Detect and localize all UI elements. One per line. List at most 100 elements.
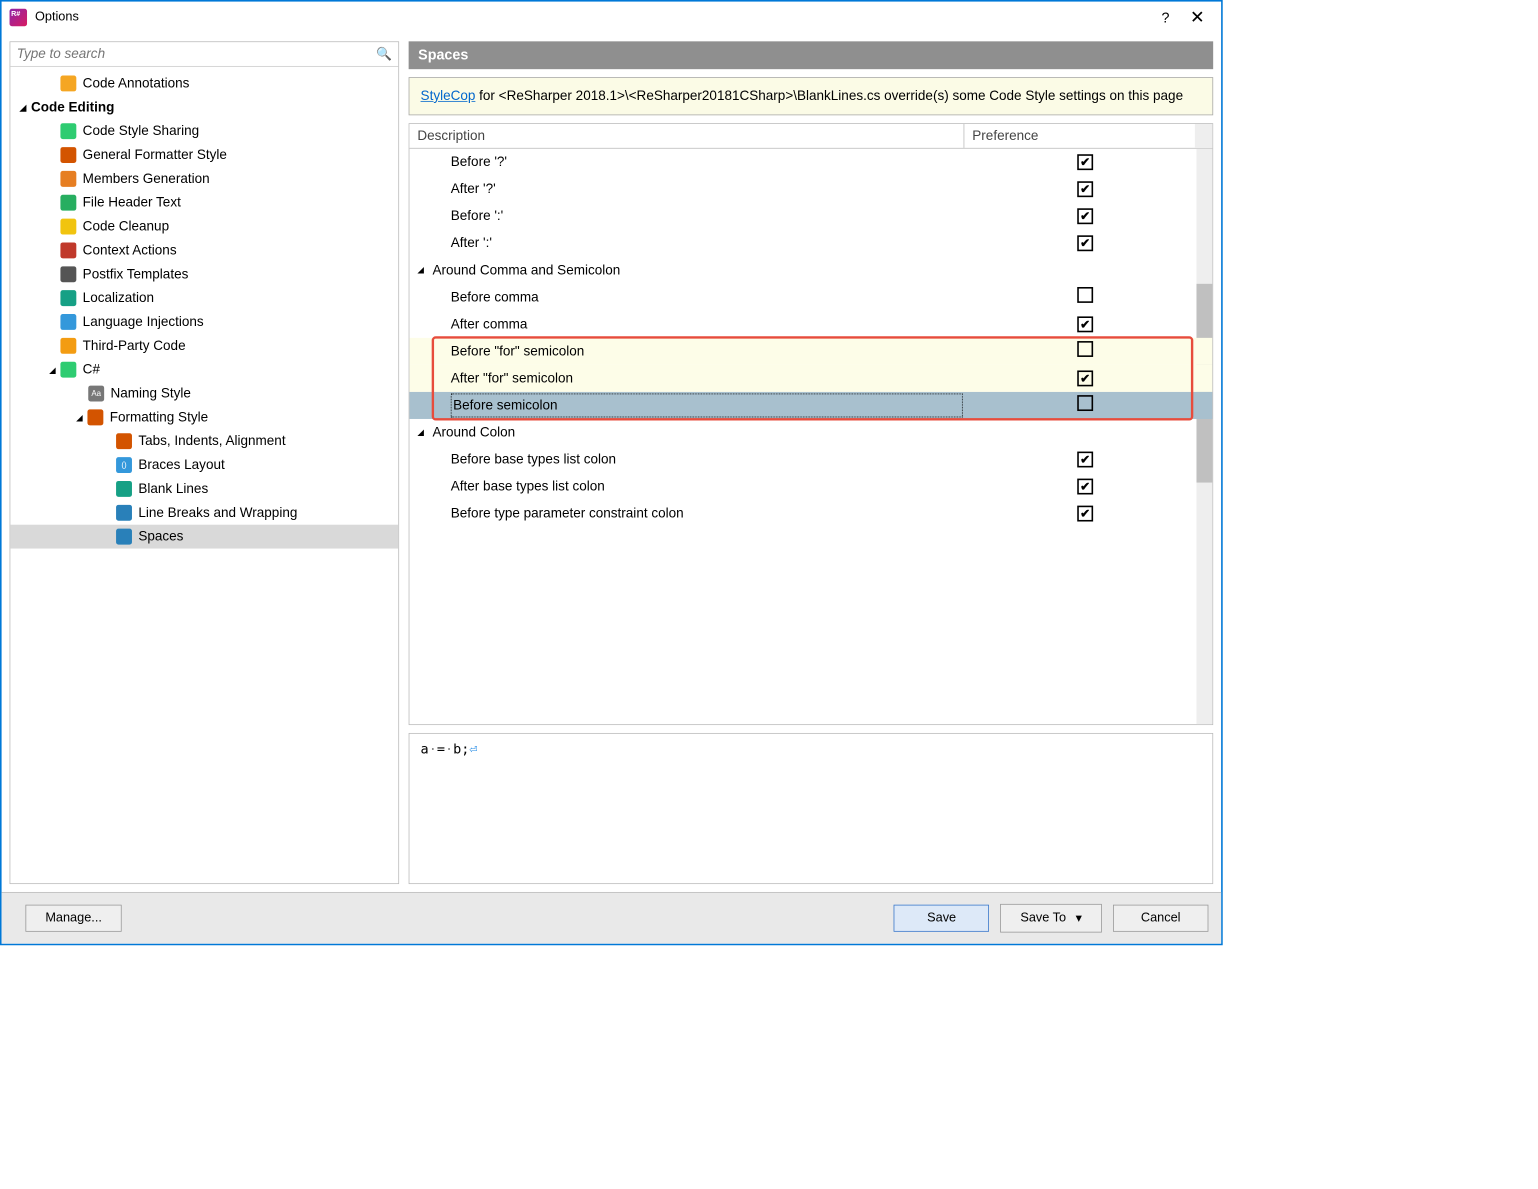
- setting-row[interactable]: After "for" semicolon✔: [409, 365, 1212, 392]
- row-label: Around Comma and Semicolon: [432, 259, 1196, 281]
- row-checkbox[interactable]: ✔: [966, 235, 1197, 251]
- right-panel: Spaces StyleCop for <ReSharper 2018.1>\<…: [409, 41, 1214, 884]
- setting-row[interactable]: After base types list colon✔: [409, 473, 1212, 500]
- setting-row[interactable]: After '?'✔: [409, 175, 1212, 202]
- sidebar-item[interactable]: ◢ C#: [10, 358, 398, 382]
- sidebar: 🔍 Code Annotations ◢Code EditingCode Styl…: [10, 41, 400, 884]
- nav-item-icon: [116, 505, 132, 521]
- info-banner: StyleCop for <ReSharper 2018.1>\<ReSharp…: [409, 77, 1214, 115]
- col-description[interactable]: Description: [409, 124, 964, 148]
- sidebar-item-label: Blank Lines: [138, 481, 208, 497]
- sidebar-item[interactable]: Third-Party Code: [10, 334, 398, 358]
- save-to-button[interactable]: Save To ▾: [1000, 904, 1101, 933]
- nav-item-icon: [60, 123, 76, 139]
- row-checkbox[interactable]: ✔: [966, 181, 1197, 197]
- search-icon[interactable]: 🔍: [376, 46, 392, 62]
- setting-row[interactable]: Before "for" semicolon: [409, 337, 1212, 364]
- help-icon[interactable]: ?: [1150, 9, 1182, 26]
- grid-header: Description Preference: [409, 124, 1212, 149]
- options-window: Options ? ✕ 🔍 Code Annotations ◢Code Edit…: [0, 0, 1223, 945]
- row-checkbox[interactable]: ✔: [966, 451, 1197, 467]
- nav-item-icon: [60, 362, 76, 378]
- row-checkbox[interactable]: [966, 287, 1197, 307]
- nav-item-icon: [60, 242, 76, 258]
- save-button[interactable]: Save: [894, 905, 989, 932]
- expander-icon[interactable]: ◢: [417, 427, 428, 437]
- setting-row[interactable]: Before comma: [409, 283, 1212, 310]
- row-checkbox[interactable]: ✔: [966, 505, 1197, 521]
- row-checkbox[interactable]: ✔: [966, 478, 1197, 494]
- row-checkbox[interactable]: ✔: [966, 208, 1197, 224]
- scroll-up-icon[interactable]: [1195, 124, 1212, 148]
- row-checkbox[interactable]: [966, 341, 1197, 361]
- expander-icon[interactable]: ◢: [17, 102, 28, 112]
- expander-icon[interactable]: ◢: [47, 365, 58, 375]
- row-label: Before semicolon: [451, 393, 963, 417]
- nav-tree[interactable]: Code Annotations ◢Code EditingCode Style …: [10, 67, 398, 883]
- sidebar-item[interactable]: Members Generation: [10, 167, 398, 191]
- code-preview: a·=·b;⏎: [409, 733, 1214, 884]
- window-title: Options: [35, 10, 1150, 24]
- row-label: Before ':': [451, 205, 966, 227]
- sidebar-item[interactable]: Localization: [10, 286, 398, 310]
- setting-row[interactable]: Before ':'✔: [409, 202, 1212, 229]
- setting-row[interactable]: Before type parameter constraint colon✔: [409, 500, 1212, 527]
- sidebar-item-label: Formatting Style: [110, 409, 208, 425]
- row-checkbox[interactable]: ✔: [966, 316, 1197, 332]
- col-preference[interactable]: Preference: [964, 124, 1195, 148]
- search-input[interactable]: [17, 46, 376, 62]
- setting-row[interactable]: Before '?'✔: [409, 148, 1212, 175]
- row-label: Before '?': [451, 151, 966, 173]
- nav-item-icon: [116, 433, 132, 449]
- sidebar-item[interactable]: Spaces: [10, 525, 398, 549]
- expander-icon[interactable]: ◢: [417, 265, 428, 275]
- sidebar-item[interactable]: Line Breaks and Wrapping: [10, 501, 398, 525]
- sidebar-item-label: Code Cleanup: [83, 219, 169, 235]
- sidebar-item[interactable]: Language Injections: [10, 310, 398, 334]
- expander-icon[interactable]: ◢: [74, 412, 85, 422]
- row-label: Before base types list colon: [451, 448, 966, 470]
- sidebar-item-label: Language Injections: [83, 314, 204, 330]
- nav-item-icon: [60, 147, 76, 163]
- row-checkbox[interactable]: [966, 395, 1197, 415]
- sidebar-item[interactable]: Code Annotations: [10, 72, 398, 96]
- sidebar-item[interactable]: File Header Text: [10, 191, 398, 215]
- nav-item-icon: Aa: [88, 386, 104, 402]
- sidebar-item[interactable]: ()Braces Layout: [10, 453, 398, 477]
- sidebar-item[interactable]: Blank Lines: [10, 477, 398, 501]
- save-to-label: Save To: [1020, 911, 1066, 925]
- setting-row[interactable]: Before semicolon: [409, 392, 1212, 419]
- sidebar-item[interactable]: Context Actions: [10, 239, 398, 263]
- sidebar-item-label: Braces Layout: [138, 457, 224, 473]
- sidebar-item-label: Code Annotations: [83, 76, 190, 92]
- sidebar-item[interactable]: Code Cleanup: [10, 215, 398, 239]
- sidebar-item-label: Postfix Templates: [83, 266, 189, 282]
- search-box: 🔍: [10, 42, 398, 67]
- sidebar-item[interactable]: ◢Code Editing: [10, 95, 398, 119]
- group-row[interactable]: ◢ Around Colon: [409, 419, 1212, 446]
- sidebar-item[interactable]: Code Style Sharing: [10, 119, 398, 143]
- sidebar-item[interactable]: AaNaming Style: [10, 382, 398, 406]
- row-label: Around Colon: [432, 421, 1196, 443]
- sidebar-item-label: C#: [83, 362, 100, 378]
- chevron-down-icon: ▾: [1076, 910, 1082, 926]
- row-checkbox[interactable]: ✔: [966, 370, 1197, 386]
- cancel-button[interactable]: Cancel: [1113, 905, 1208, 932]
- stylecop-link[interactable]: StyleCop: [421, 88, 476, 103]
- setting-row[interactable]: After ':'✔: [409, 229, 1212, 256]
- grid-body[interactable]: Before '?'✔After '?'✔Before ':'✔After ':…: [409, 148, 1212, 724]
- row-label: After '?': [451, 178, 966, 200]
- setting-row[interactable]: After comma✔: [409, 310, 1212, 337]
- close-icon[interactable]: ✕: [1181, 7, 1213, 28]
- setting-row[interactable]: Before base types list colon✔: [409, 446, 1212, 473]
- manage-button[interactable]: Manage...: [25, 905, 121, 932]
- sidebar-item[interactable]: ◢ Formatting Style: [10, 405, 398, 429]
- row-checkbox[interactable]: ✔: [966, 154, 1197, 170]
- row-label: Before comma: [451, 286, 966, 308]
- resharper-logo-icon: [10, 9, 27, 26]
- sidebar-item[interactable]: Tabs, Indents, Alignment: [10, 429, 398, 453]
- group-row[interactable]: ◢ Around Comma and Semicolon: [409, 256, 1212, 283]
- sidebar-item[interactable]: General Formatter Style: [10, 143, 398, 167]
- sidebar-item[interactable]: Postfix Templates: [10, 262, 398, 286]
- sidebar-item-label: Third-Party Code: [83, 338, 186, 354]
